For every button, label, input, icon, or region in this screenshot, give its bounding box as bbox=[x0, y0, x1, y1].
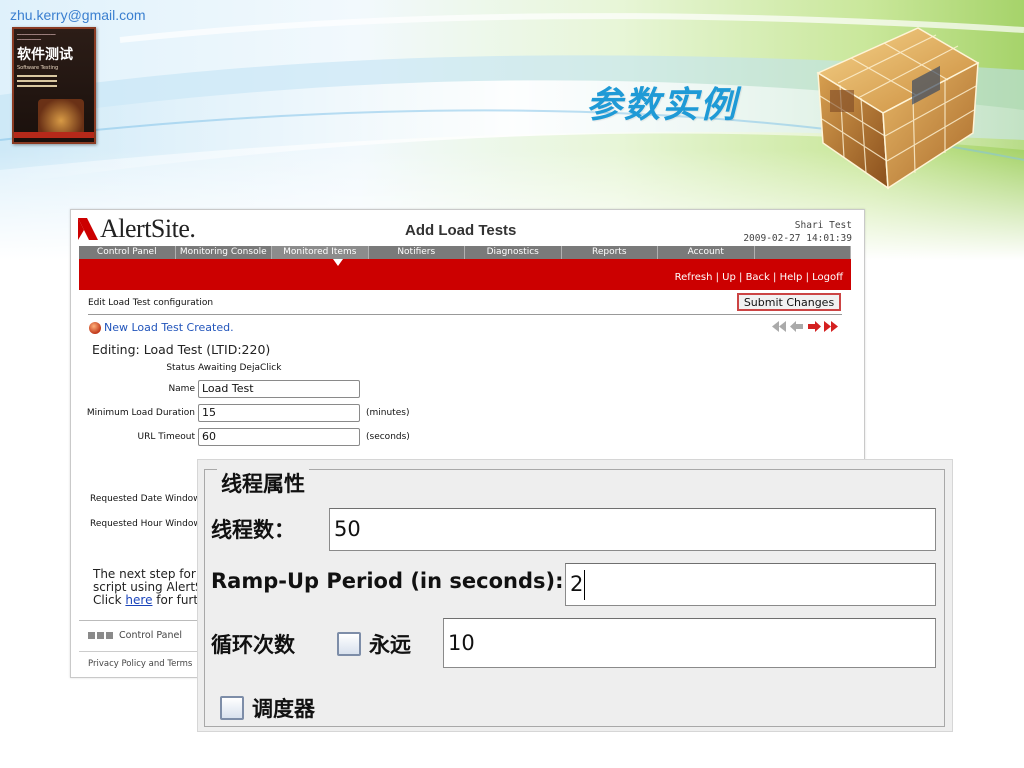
thread-properties-group: 线程属性 线程数： 50 Ramp-Up Period (in seconds)… bbox=[204, 468, 945, 727]
main-nav: Control Panel Monitoring Console Monitor… bbox=[79, 246, 851, 259]
book-subtitle: Software Testing bbox=[17, 65, 59, 71]
requested-hour-label: Requested Hour Window bbox=[90, 519, 201, 529]
name-field[interactable]: Load Test bbox=[198, 380, 360, 398]
link-separator: | bbox=[712, 272, 723, 283]
created-message: New Load Test Created. bbox=[104, 321, 234, 334]
here-link[interactable]: here bbox=[125, 593, 152, 607]
name-row: Name Load Test bbox=[71, 380, 360, 398]
book-cover-image: ━━━━━━━━━━━━━━━━ ━━━━━━━━━━ 软件测试 Software… bbox=[12, 27, 96, 144]
nav-control-panel[interactable]: Control Panel bbox=[79, 246, 176, 259]
help-link[interactable]: Help bbox=[780, 272, 803, 283]
thread-properties-panel: 线程属性 线程数： 50 Ramp-Up Period (in seconds)… bbox=[197, 459, 953, 732]
min-duration-label: Minimum Load Duration bbox=[86, 408, 195, 418]
book-cover-header-lines: ━━━━━━━━━━━━━━━━ ━━━━━━━━━━ bbox=[17, 32, 56, 42]
footer-control-panel-label: Control Panel bbox=[119, 630, 182, 641]
loop-count-input[interactable]: 10 bbox=[443, 618, 936, 668]
alertsite-logo-mark-icon bbox=[78, 218, 98, 240]
book-cover-red-band bbox=[14, 132, 94, 138]
submit-changes-button[interactable]: Submit Changes bbox=[737, 293, 841, 311]
next-step-text: The next step for y script using AlertSi… bbox=[93, 568, 207, 607]
book-cover-figure bbox=[38, 99, 84, 135]
editing-heading: Editing: Load Test (LTID:220) bbox=[92, 342, 271, 357]
scheduler-label: 调度器 bbox=[252, 697, 315, 721]
footer-square-icon bbox=[106, 632, 113, 639]
link-separator: | bbox=[735, 272, 746, 283]
nav-monitoring-console[interactable]: Monitoring Console bbox=[176, 246, 272, 259]
nav-diagnostics[interactable]: Diagnostics bbox=[465, 246, 562, 259]
section-divider bbox=[88, 314, 842, 315]
requested-date-label: Requested Date Window bbox=[90, 494, 201, 504]
forever-checkbox[interactable] bbox=[337, 632, 361, 656]
user-timestamp: 2009-02-27 14:01:39 bbox=[743, 233, 852, 244]
nav-reports[interactable]: Reports bbox=[562, 246, 658, 259]
url-timeout-row: URL Timeout 60 (seconds) bbox=[71, 428, 410, 446]
author-email: zhu.kerry@gmail.com bbox=[10, 7, 146, 23]
min-duration-unit: (minutes) bbox=[366, 408, 410, 418]
record-navigation bbox=[772, 320, 838, 332]
thread-properties-legend: 线程属性 bbox=[217, 468, 309, 498]
alertsite-logo[interactable]: AlertSite. bbox=[78, 214, 196, 244]
book-title: 软件测试 bbox=[17, 47, 73, 63]
nav-monitored-items[interactable]: Monitored Items bbox=[272, 246, 369, 259]
info-icon bbox=[89, 321, 101, 334]
utility-links: Refresh | Up | Back | Help | Logoff bbox=[675, 272, 843, 283]
user-info: Shari Test 2009-02-27 14:01:39 bbox=[743, 219, 852, 245]
rampup-period-input[interactable]: 2 bbox=[565, 563, 936, 606]
text-cursor bbox=[584, 570, 586, 600]
rampup-period-value: 2 bbox=[570, 572, 584, 596]
photo-cube-graphic bbox=[816, 27, 980, 190]
alertsite-logo-text: AlertSite. bbox=[100, 214, 196, 243]
loop-count-value: 10 bbox=[448, 631, 475, 655]
created-notice: New Load Test Created. bbox=[89, 321, 234, 334]
next-record-icon[interactable] bbox=[806, 320, 821, 332]
next-step-line-3: Click here for furth bbox=[93, 593, 206, 607]
nav-spacer bbox=[755, 246, 851, 259]
slide-title: 参数实例 bbox=[586, 84, 739, 126]
loop-count-label: 循环次数 bbox=[211, 633, 295, 657]
scheduler-checkbox[interactable] bbox=[220, 696, 244, 720]
privacy-policy-link[interactable]: Privacy Policy and Terms bbox=[88, 659, 192, 669]
status-value: Awaiting DejaClick bbox=[198, 363, 282, 373]
forever-label: 永远 bbox=[369, 633, 411, 657]
footer-square-icon bbox=[97, 632, 104, 639]
status-label: Status bbox=[166, 363, 195, 373]
up-link[interactable]: Up bbox=[722, 272, 736, 283]
book-cover-text-lines bbox=[14, 75, 94, 87]
active-nav-pointer-icon bbox=[333, 259, 343, 266]
section-label: Edit Load Test configuration bbox=[88, 298, 214, 308]
last-record-icon[interactable] bbox=[823, 320, 838, 332]
previous-record-icon[interactable] bbox=[789, 320, 804, 332]
min-duration-row: Minimum Load Duration 15 (minutes) bbox=[71, 404, 409, 422]
rampup-period-label: Ramp-Up Period (in seconds): bbox=[211, 569, 564, 593]
thread-count-label: 线程数： bbox=[211, 518, 295, 542]
page-title: Add Load Tests bbox=[405, 222, 517, 239]
link-separator: | bbox=[769, 272, 780, 283]
first-record-icon[interactable] bbox=[772, 320, 787, 332]
red-header-bar: Refresh | Up | Back | Help | Logoff bbox=[79, 259, 851, 290]
logoff-link[interactable]: Logoff bbox=[812, 272, 843, 283]
url-timeout-unit: (seconds) bbox=[366, 432, 410, 442]
nav-notifiers[interactable]: Notifiers bbox=[369, 246, 465, 259]
link-separator: | bbox=[802, 272, 813, 283]
name-label: Name bbox=[168, 384, 195, 394]
min-duration-field[interactable]: 15 bbox=[198, 404, 360, 422]
thread-count-value: 50 bbox=[334, 517, 361, 541]
status-row: Status Awaiting DejaClick bbox=[71, 363, 281, 373]
back-link[interactable]: Back bbox=[746, 272, 770, 283]
refresh-link[interactable]: Refresh bbox=[675, 272, 713, 283]
footer-control-panel[interactable]: Control Panel bbox=[88, 630, 182, 641]
url-timeout-label: URL Timeout bbox=[137, 432, 195, 442]
next-step-click-text: Click bbox=[93, 593, 126, 607]
user-name: Shari Test bbox=[794, 220, 852, 231]
url-timeout-field[interactable]: 60 bbox=[198, 428, 360, 446]
thread-count-input[interactable]: 50 bbox=[329, 508, 936, 551]
nav-account[interactable]: Account bbox=[658, 246, 755, 259]
footer-square-icon bbox=[88, 632, 95, 639]
